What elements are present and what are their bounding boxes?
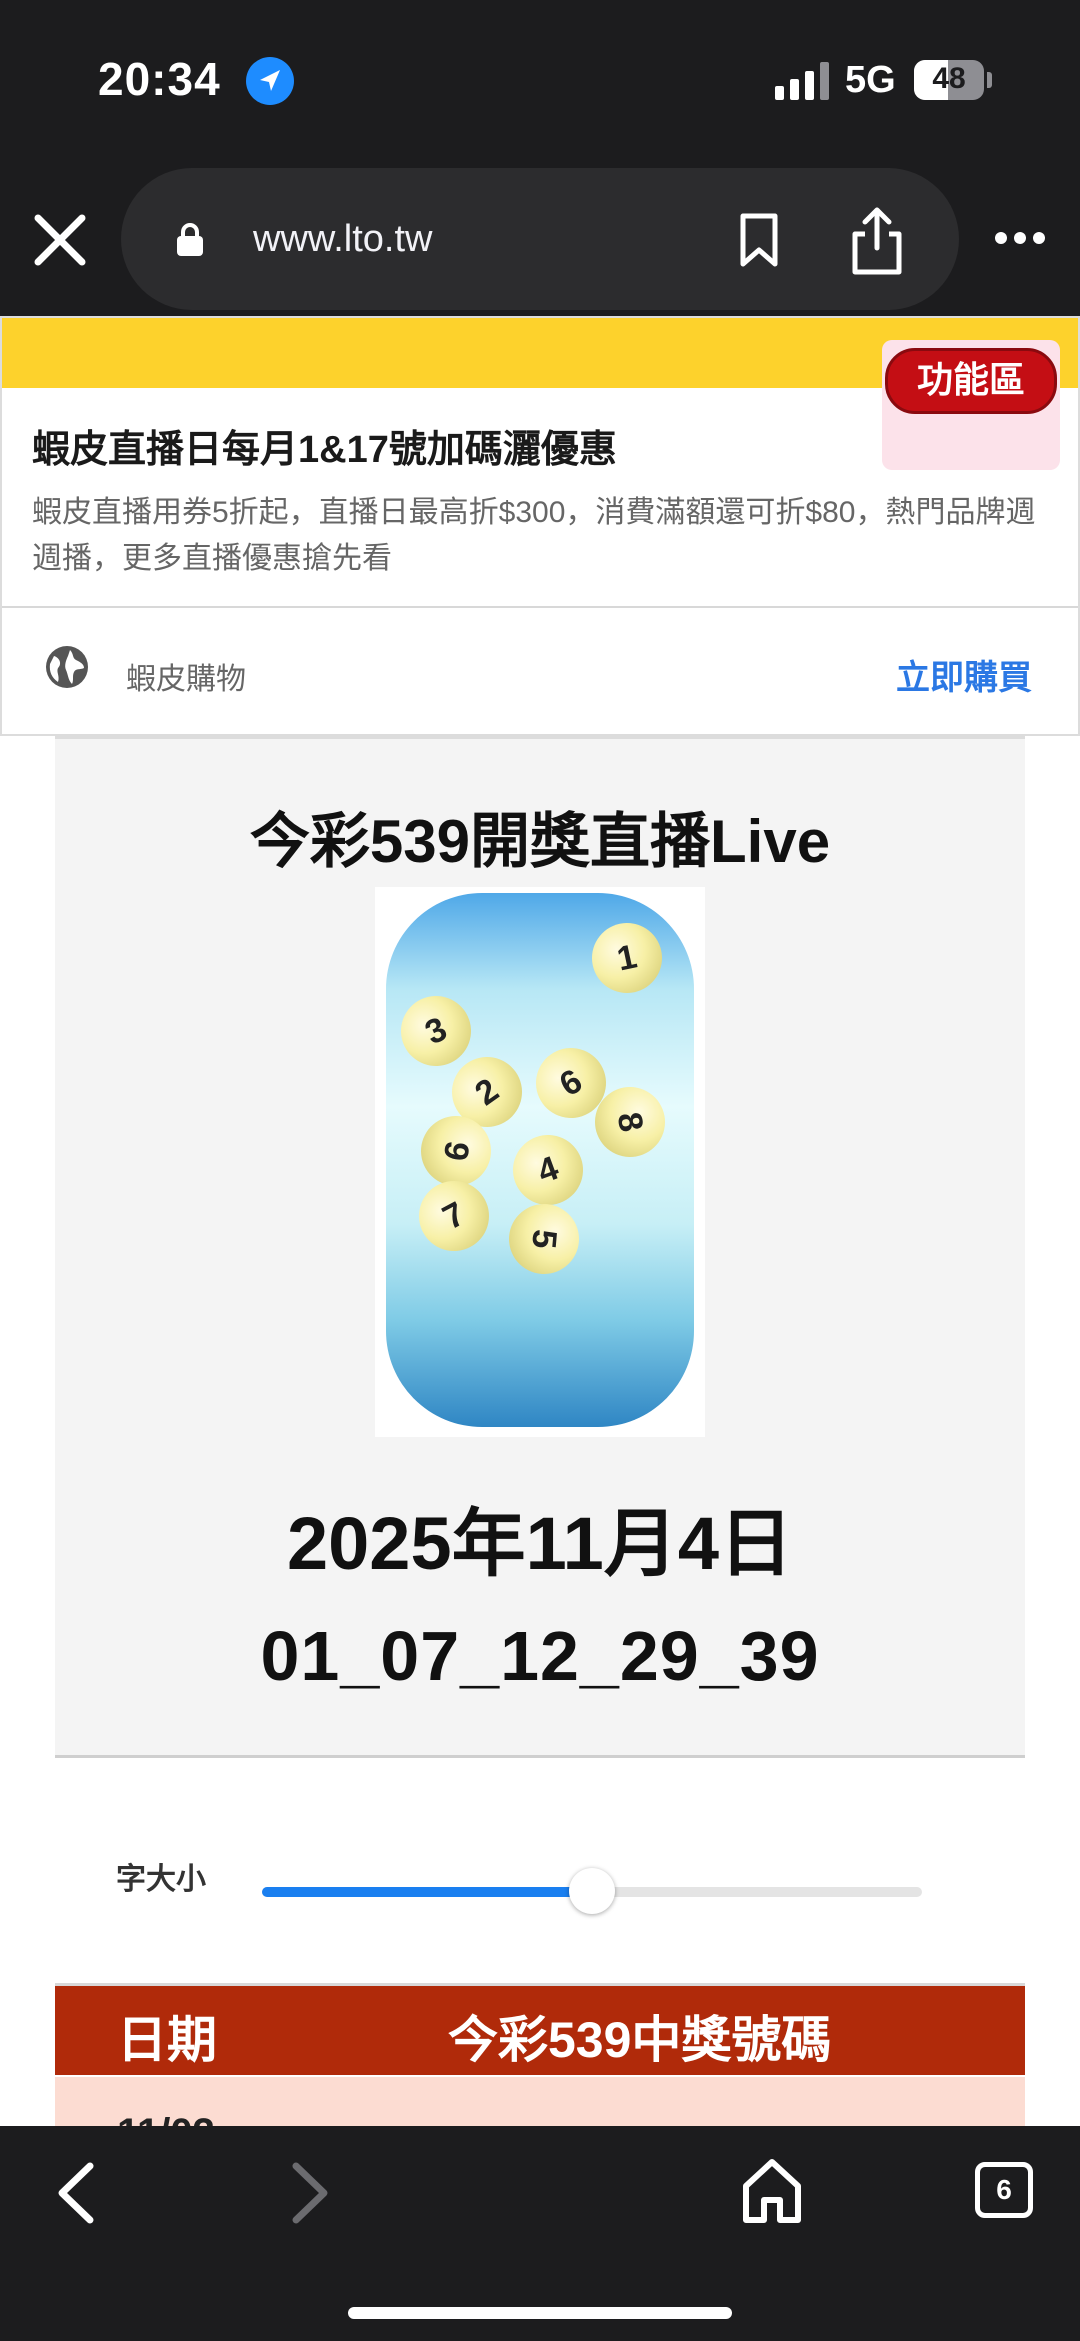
ad-description: 蝦皮直播用券5折起，直播日最高折$300，消費滿額還可折$80，熱門品牌週週播，… <box>32 496 1036 575</box>
lottery-ball: 5 <box>506 1201 582 1277</box>
battery-icon: 48 <box>914 60 984 100</box>
close-icon <box>34 214 86 266</box>
more-icon[interactable] <box>994 225 1046 251</box>
signal-icon <box>775 62 831 100</box>
live-title: 今彩539開獎直播Live <box>249 808 831 875</box>
globe-icon <box>44 644 90 690</box>
network-type: 5G <box>845 59 896 101</box>
home-icon[interactable] <box>740 2156 804 2226</box>
column-header-date: 日期 <box>117 2012 217 2068</box>
ad-title[interactable]: 蝦皮直播日每月1&17號加碼灑優惠 <box>32 418 617 473</box>
slider-thumb[interactable] <box>569 1868 615 1914</box>
home-indicator <box>348 2307 732 2319</box>
lottery-ball: 7 <box>406 1168 502 1264</box>
ad-thumbnail: 功能區 <box>882 340 1060 470</box>
lottery-tube: 1 3 6 2 8 9 4 7 5 <box>386 893 694 1427</box>
tabs-icon[interactable]: 6 <box>975 2162 1033 2218</box>
draw-date: 2025年11月4日 <box>286 1502 793 1585</box>
column-header-numbers: 今彩539中獎號碼 <box>448 2012 832 2068</box>
status-time: 20:34 <box>98 53 221 105</box>
ad-source: 蝦皮購物 <box>126 663 246 696</box>
location-arrow-icon <box>246 57 294 105</box>
buy-now-link[interactable]: 立即購買 <box>896 650 1032 699</box>
forward-icon[interactable] <box>284 2160 334 2226</box>
close-button[interactable] <box>28 204 92 276</box>
ad-badge: 功能區 <box>885 348 1057 414</box>
browser-chrome: 20:34 5G 48 www.lto.tw <box>0 0 1080 316</box>
back-icon[interactable] <box>52 2160 102 2226</box>
winning-numbers: 01_07_12_29_39 <box>260 1617 820 1695</box>
ad-divider <box>2 606 1078 608</box>
battery-percent: 48 <box>932 62 966 95</box>
font-size-slider[interactable] <box>262 1868 922 1914</box>
url-text: www.lto.tw <box>253 218 433 260</box>
lock-icon <box>175 222 205 256</box>
font-size-label: 字大小 <box>116 1863 206 1896</box>
bookmark-icon[interactable] <box>735 212 783 268</box>
live-draw-card: 今彩539開獎直播Live 1 3 6 2 8 9 4 7 5 2025年11月… <box>55 736 1025 1758</box>
slider-fill <box>262 1887 592 1897</box>
lottery-machine-image: 1 3 6 2 8 9 4 7 5 <box>375 887 705 1437</box>
lottery-ball: 4 <box>503 1125 593 1215</box>
lottery-ball: 1 <box>585 916 669 1000</box>
share-icon[interactable] <box>847 204 907 276</box>
results-table-header: 日期 今彩539中獎號碼 <box>55 1983 1025 2075</box>
address-bar[interactable]: www.lto.tw <box>121 168 959 310</box>
ad-banner[interactable]: 功能區 蝦皮直播日每月1&17號加碼灑優惠 蝦皮直播用券5折起，直播日最高折$3… <box>0 316 1080 736</box>
battery-cap <box>987 72 992 88</box>
